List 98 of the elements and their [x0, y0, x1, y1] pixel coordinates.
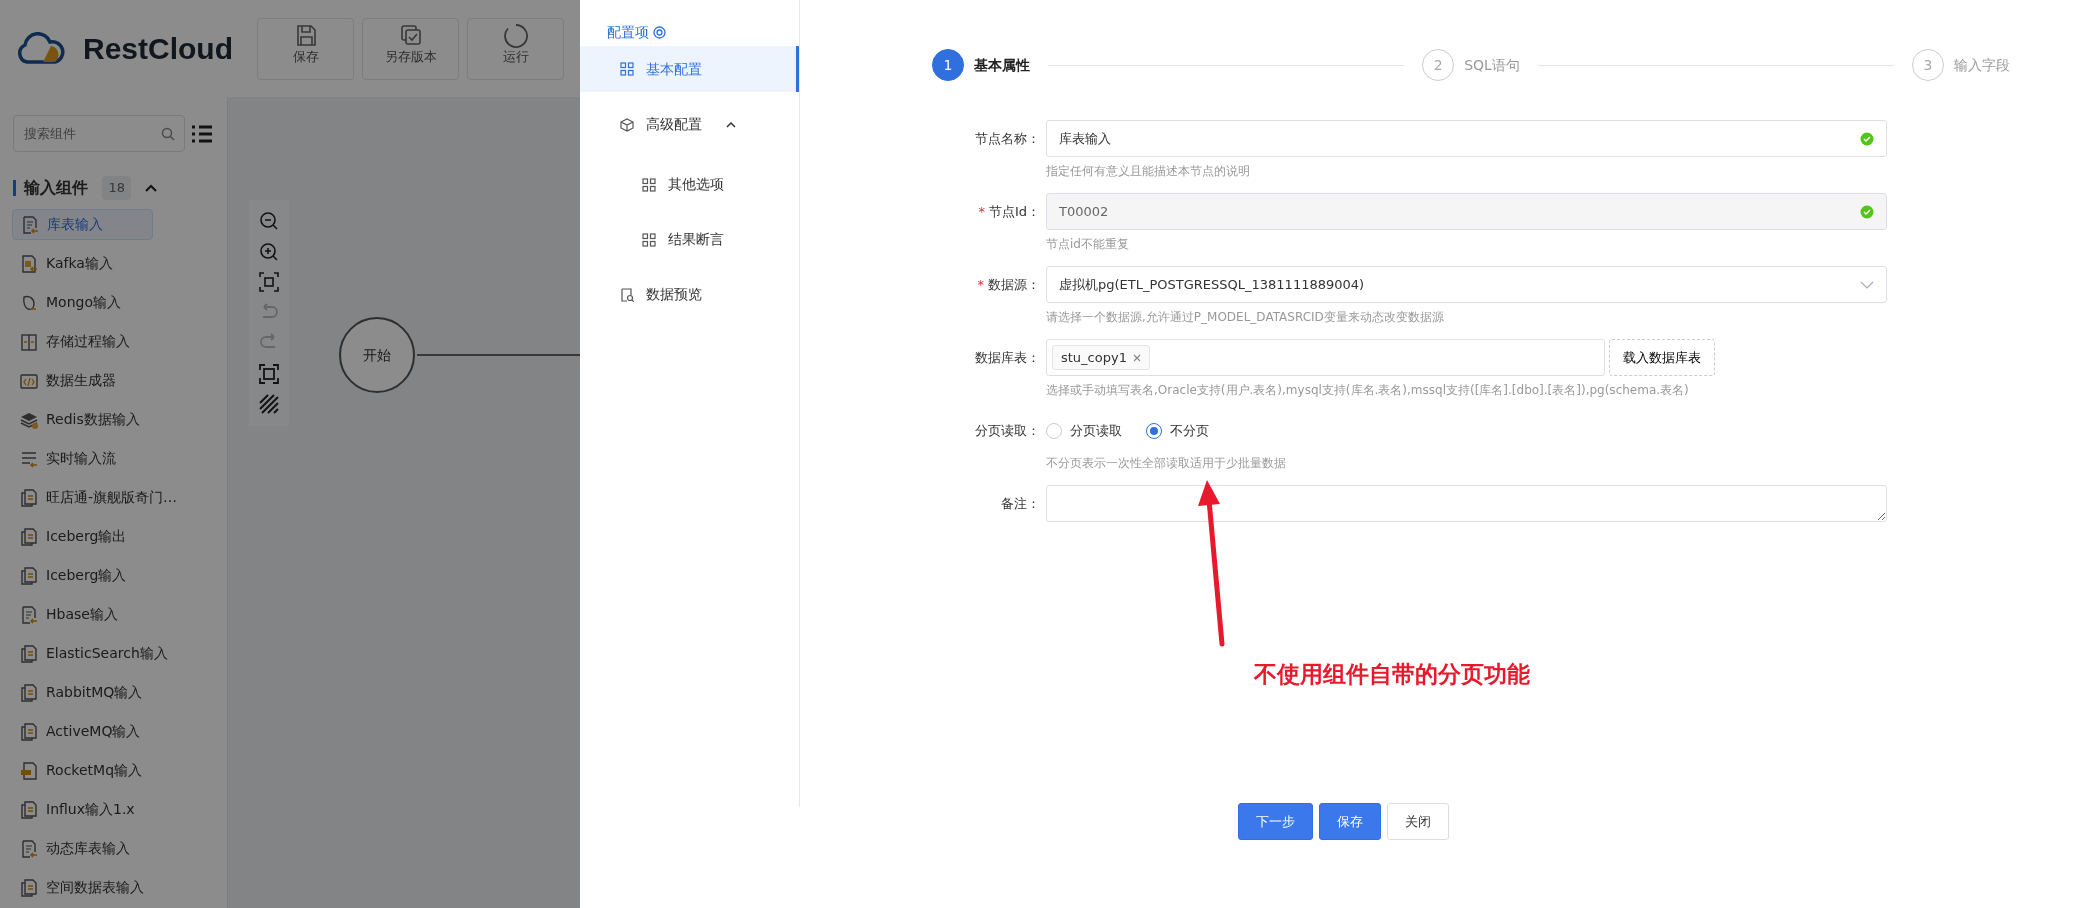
start-node: 开始 [339, 317, 415, 393]
required-mark: * [977, 275, 984, 294]
component-item[interactable]: Kafka输入 [12, 244, 215, 283]
chevron-down-icon [1860, 280, 1874, 289]
layers-icon [20, 410, 38, 429]
component-item[interactable]: 空间数据表输入 [12, 868, 215, 907]
nav-title: 配置项 [607, 22, 649, 42]
primary-button[interactable]: 保存 [1319, 803, 1381, 840]
documents-icon [20, 488, 38, 507]
help-text: 选择或手动填写表名,Oracle支持(用户.表名),mysql支持(库名.表名),mssql支持([库名].[dbo].[表名]),pg(schema.表名) [1046, 382, 1690, 399]
nav-item[interactable]: 其他选项 [580, 157, 799, 212]
count-badge: 18 [102, 176, 131, 200]
component-item[interactable]: 动态库表输入 [12, 829, 215, 868]
nav-item[interactable]: 高级配置 [580, 92, 799, 157]
radio-option[interactable]: 分页读取 [1046, 420, 1122, 441]
help-text: 指定任何有意义且能描述本节点的说明 [1046, 163, 1251, 180]
grid-icon [642, 232, 656, 247]
primary-button[interactable]: 下一步 [1238, 803, 1313, 840]
component-item[interactable]: Mongo输入 [12, 283, 215, 322]
fullscreen-icon[interactable] [259, 363, 279, 384]
document-arrow-icon [20, 839, 38, 858]
document-arrow-icon [21, 215, 39, 234]
documents-icon [20, 566, 38, 585]
search-icon [161, 127, 175, 141]
nav-item[interactable]: 结果断言 [580, 212, 799, 267]
nav-item[interactable]: 基本配置 [580, 46, 799, 92]
input-field[interactable]: 库表输入 [1046, 120, 1887, 157]
component-item[interactable]: Hbase输入 [12, 595, 215, 634]
logo-icon [15, 31, 67, 66]
documents-icon [20, 722, 38, 741]
chevron-up-icon[interactable] [726, 121, 736, 128]
grid-icon [642, 177, 656, 192]
component-item[interactable]: RabbitMQ输入 [12, 673, 215, 712]
annotation-text: 不使用组件自带的分页功能 [1254, 660, 1530, 689]
columns-icon [20, 332, 38, 351]
hatch-icon[interactable] [259, 394, 279, 415]
close-button[interactable]: 关闭 [1387, 803, 1449, 840]
step-label: SQL语句 [1464, 55, 1520, 75]
cube-icon [620, 117, 634, 132]
list-icon[interactable] [191, 124, 213, 143]
document-arrow-icon [20, 254, 38, 273]
chevron-up-icon[interactable] [145, 184, 157, 192]
textarea-field[interactable] [1046, 485, 1887, 522]
component-item[interactable]: 数据生成器 [12, 361, 215, 400]
help-text: 节点id不能重复 [1046, 236, 1130, 253]
nav-item[interactable]: 数据预览 [580, 267, 799, 322]
radio-option[interactable]: 不分页 [1146, 420, 1209, 441]
documents-icon [20, 644, 38, 663]
target-icon [653, 25, 666, 39]
field-label: 数据库表： [975, 348, 1040, 367]
toolbar-button[interactable]: 另存版本 [362, 17, 459, 80]
toolbar-button[interactable]: 运行 [467, 17, 564, 80]
component-item[interactable]: 实时输入流 [12, 439, 215, 478]
document-icon [20, 761, 38, 780]
step-label: 输入字段 [1954, 55, 2010, 75]
component-item[interactable]: RocketMq输入 [12, 751, 215, 790]
lines-icon [20, 449, 38, 468]
group-title: 输入组件 [13, 180, 88, 196]
component-item[interactable]: Iceberg输入 [12, 556, 215, 595]
document-arrow-icon [20, 605, 38, 624]
fit-view-icon[interactable] [259, 272, 279, 293]
select-field[interactable]: 虚拟机pg(ETL_POSTGRESSQL_1381111889004) [1046, 266, 1887, 303]
toolbar-button[interactable]: 保存 [257, 17, 354, 80]
component-item[interactable]: Iceberg输出 [12, 517, 215, 556]
component-item[interactable]: 存储过程输入 [12, 322, 215, 361]
step-label: 基本属性 [974, 55, 1030, 75]
documents-icon [20, 800, 38, 819]
logo-text: RestCloud [83, 31, 233, 67]
tag: stu_copy1 [1052, 344, 1150, 371]
help-text: 请选择一个数据源,允许通过P_MODEL_DATASRCID变量来动态改变数据源 [1046, 309, 1445, 326]
component-item[interactable]: ActiveMQ输入 [12, 712, 215, 751]
field-label: 数据源： [988, 275, 1040, 294]
document-search-icon [620, 287, 634, 302]
documents-icon [20, 683, 38, 702]
zoom-out-icon[interactable] [259, 211, 279, 232]
documents-icon [20, 878, 38, 897]
component-item[interactable]: 旺店通-旗舰版奇门… [12, 478, 215, 517]
code-icon [20, 371, 38, 390]
leaf-icon [20, 293, 38, 312]
documents-icon [20, 527, 38, 546]
required-mark: * [978, 202, 985, 221]
search-field[interactable]: 搜索组件 [13, 115, 185, 152]
component-item[interactable]: Redis数据输入 [12, 400, 215, 439]
step-number: 1 [932, 49, 964, 81]
close-icon[interactable] [1132, 353, 1141, 362]
grid-icon [620, 62, 634, 76]
field-label: 节点名称： [975, 129, 1040, 148]
help-text: 不分页表示一次性全部读取适用于少批量数据 [1046, 455, 1287, 472]
field-label: 节点Id： [988, 202, 1040, 221]
load-table-button[interactable]: 载入数据库表 [1609, 339, 1715, 376]
field-label: 备注： [1001, 494, 1040, 513]
field-label: 分页读取： [975, 421, 1040, 440]
input-field: T00002 [1046, 193, 1887, 230]
component-item[interactable]: ElasticSearch输入 [12, 634, 215, 673]
component-item[interactable]: 库表输入 [12, 209, 153, 240]
component-item[interactable]: Influx输入1.x [12, 790, 215, 829]
zoom-in-icon[interactable] [259, 241, 279, 262]
tag-input-field[interactable]: stu_copy1 [1046, 339, 1605, 376]
